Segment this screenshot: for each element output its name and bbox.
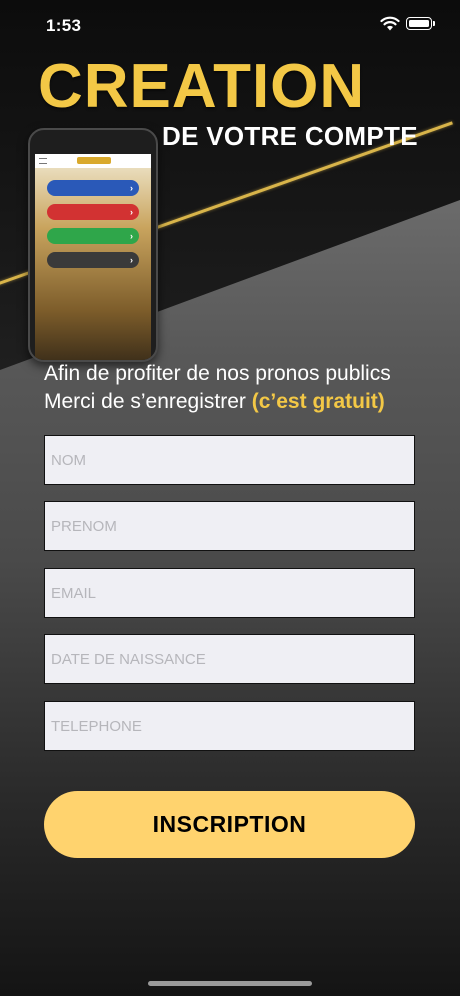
phone-button-blue (47, 180, 139, 196)
telephone-field[interactable] (44, 701, 415, 751)
free-highlight: (c’est gratuit) (251, 390, 385, 413)
phone-screen (35, 154, 151, 360)
phone-button-dark (47, 252, 139, 268)
page-subtitle: DE VOTRE COMPTE (162, 121, 418, 151)
intro-line-2-text: Merci de s’enregistrer (44, 390, 246, 413)
nom-field[interactable] (44, 435, 415, 485)
app-logo (77, 157, 111, 164)
intro-text: Afin de profiter de nos pronos publics M… (44, 360, 391, 416)
phone-button-green (47, 228, 139, 244)
battery-icon (406, 17, 435, 30)
home-indicator[interactable] (148, 981, 312, 986)
inscription-button[interactable]: INSCRIPTION (44, 791, 415, 858)
phone-app-header (35, 154, 151, 168)
phone-mockup-image (28, 128, 158, 362)
wifi-icon (380, 16, 400, 31)
status-bar: 1:53 (0, 0, 460, 50)
status-time: 1:53 (46, 16, 82, 35)
prenom-field[interactable] (44, 501, 415, 551)
menu-icon (39, 158, 47, 164)
page-title: CREATION (38, 52, 366, 121)
intro-line-2: Merci de s’enregistrer (c’est gratuit) (44, 388, 391, 416)
phone-button-red (47, 204, 139, 220)
email-field[interactable] (44, 568, 415, 618)
date-de-naissance-field[interactable] (44, 634, 415, 684)
intro-line-1: Afin de profiter de nos pronos publics (44, 362, 391, 385)
